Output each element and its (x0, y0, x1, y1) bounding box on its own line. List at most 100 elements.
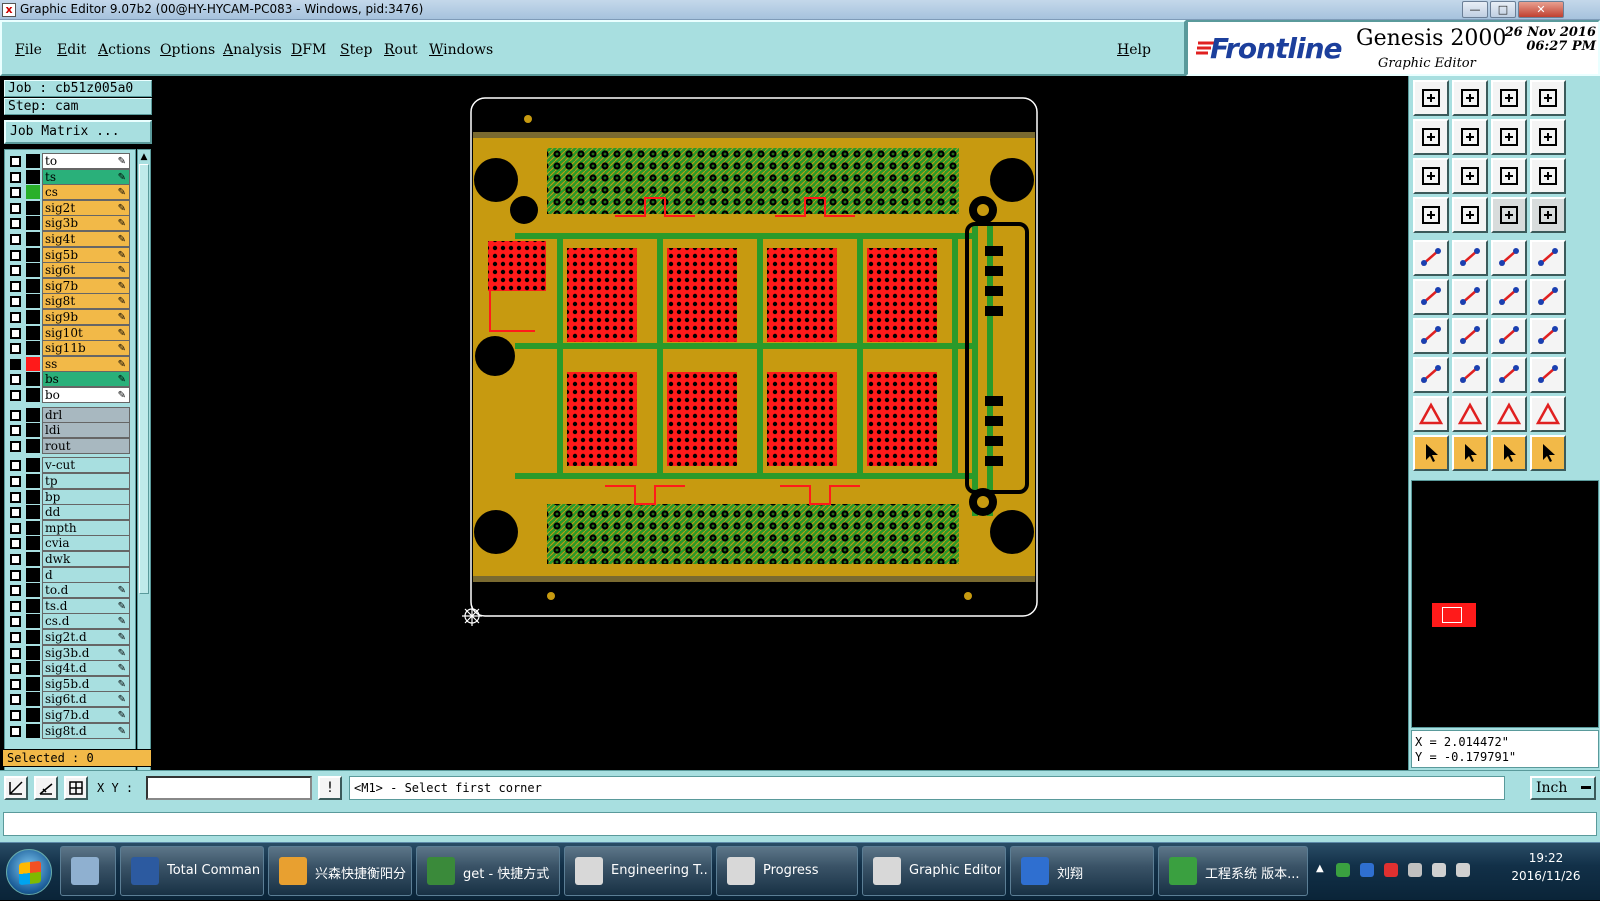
layer-color-swatch[interactable] (26, 520, 40, 535)
layer-color-swatch[interactable] (26, 505, 40, 520)
layer-name[interactable]: sig3b.d ✎ (42, 644, 130, 661)
layer-name[interactable]: dd (42, 504, 130, 521)
layer-color-swatch[interactable] (26, 489, 40, 504)
fill-pattern-button[interactable] (1530, 318, 1566, 354)
s-shape-button[interactable] (1530, 119, 1566, 155)
layer-checkbox[interactable] (10, 249, 21, 261)
camera-button[interactable] (1413, 240, 1449, 276)
layer-color-swatch[interactable] (26, 169, 40, 184)
layer-checkbox[interactable] (10, 234, 21, 245)
layer-name[interactable]: cs ✎ (42, 184, 130, 201)
taskbar-item-6[interactable]: 刘翔 (1010, 846, 1154, 896)
layer-row-d[interactable]: d (7, 566, 131, 583)
layer-color-swatch[interactable] (26, 458, 40, 473)
layer-row-sig4t-d[interactable]: sig4t.d ✎ (7, 660, 131, 677)
layer-checkbox[interactable] (10, 440, 21, 452)
layer-name[interactable]: bs ✎ (42, 371, 130, 388)
layer-color-swatch[interactable] (26, 185, 40, 200)
layer-row-sig8t[interactable]: sig8t ✎ (7, 293, 131, 310)
command-input[interactable] (3, 812, 1597, 836)
layer-name[interactable]: sig4t.d ✎ (42, 660, 130, 677)
layer-name[interactable]: cvia (42, 535, 130, 552)
layer-name[interactable]: to ✎ (42, 153, 130, 169)
layer-row-ldi[interactable]: ldi (7, 422, 131, 439)
layer-row-cs-d[interactable]: cs.d ✎ (7, 613, 131, 630)
minimize-button[interactable]: — (1462, 1, 1488, 18)
layer-color-swatch[interactable] (26, 423, 40, 438)
layer-checkbox[interactable] (10, 538, 21, 550)
layer-checkbox[interactable] (10, 569, 21, 581)
info-button[interactable]: ! (318, 776, 342, 800)
layer-checkbox[interactable] (10, 647, 21, 659)
layer-row-sig3b-d[interactable]: sig3b.d ✎ (7, 644, 131, 661)
layer-scrollbar[interactable]: ▲ ▼ (137, 149, 151, 819)
layer-name[interactable]: sig7b ✎ (42, 277, 130, 294)
layer-checkbox[interactable] (10, 358, 21, 370)
layer-checkbox[interactable] (10, 187, 21, 199)
layer-row-tp[interactable]: tp (7, 473, 131, 489)
menu-options[interactable]: Options (160, 42, 215, 58)
layer-color-swatch[interactable] (26, 247, 40, 262)
layer-checkbox[interactable] (10, 202, 21, 214)
layer-row-cvia[interactable]: cvia (7, 535, 131, 552)
layer-name[interactable]: mpth (42, 519, 130, 536)
layer-color-swatch[interactable] (26, 372, 40, 387)
layer-row-cs[interactable]: cs ✎ (7, 184, 131, 201)
grid-toggle-button[interactable] (1452, 197, 1488, 233)
layer-color-swatch[interactable] (26, 407, 40, 422)
layer-checkbox[interactable] (10, 694, 21, 706)
pointer-edit-button[interactable] (1491, 435, 1527, 471)
layer-name[interactable]: sig7b.d ✎ (42, 707, 130, 723)
layer-name[interactable]: sig2t.d ✎ (42, 629, 130, 645)
scale-1-2-button[interactable] (1491, 158, 1527, 194)
layer-row-sig2t-d[interactable]: sig2t.d ✎ (7, 629, 131, 645)
job-matrix-button[interactable]: Job Matrix ... (4, 120, 152, 144)
layer-checkbox[interactable] (10, 156, 21, 167)
tray-flag-icon[interactable] (1408, 863, 1422, 877)
app-icon[interactable]: x (2, 3, 16, 17)
layer-checkbox[interactable] (10, 409, 21, 421)
layer-checkbox[interactable] (10, 265, 21, 277)
tray-app-icon[interactable] (1336, 863, 1350, 877)
taskbar-item-3[interactable]: Engineering T... (564, 846, 712, 896)
line-red-button[interactable] (1452, 357, 1488, 393)
line-draw-button[interactable] (1452, 240, 1488, 276)
layer-name[interactable]: sig6t.d ✎ (42, 691, 130, 708)
layer-color-swatch[interactable] (26, 263, 40, 278)
layer-color-swatch[interactable] (26, 552, 40, 566)
menu-rout[interactable]: Rout (384, 42, 418, 58)
layer-checkbox[interactable] (10, 710, 21, 721)
layer-name[interactable]: sig2t ✎ (42, 199, 130, 216)
grid-mode-button[interactable] (64, 776, 88, 800)
pan-left-button[interactable] (1413, 119, 1449, 155)
ruler-button[interactable] (1491, 240, 1527, 276)
layer-row-sig2t[interactable]: sig2t ✎ (7, 199, 131, 216)
layer-name[interactable]: bo ✎ (42, 387, 130, 403)
layer-row-dwk[interactable]: dwk (7, 551, 131, 567)
layer-checkbox[interactable] (10, 554, 21, 565)
layer-name[interactable]: ts ✎ (42, 168, 130, 185)
tray-volume-icon[interactable] (1456, 863, 1470, 877)
layer-color-swatch[interactable] (26, 583, 40, 598)
diagonal-line-button[interactable] (1452, 318, 1488, 354)
layer-name[interactable]: sig5b.d ✎ (42, 675, 130, 692)
layer-color-swatch[interactable] (26, 598, 40, 613)
layer-checkbox[interactable] (10, 171, 21, 183)
taskbar-item-1[interactable]: 兴森快捷衡阳分... (268, 846, 412, 896)
triangle-c-button[interactable] (1530, 396, 1566, 432)
menu-step[interactable]: Step (340, 42, 372, 58)
split-view-button[interactable] (1530, 80, 1566, 116)
triangle-warn-button[interactable] (1413, 396, 1449, 432)
taskbar-item-4[interactable]: Progress (716, 846, 858, 896)
scroll-thumb[interactable] (139, 164, 149, 594)
layer-checkbox[interactable] (10, 280, 21, 292)
layer-checkbox[interactable] (10, 616, 21, 628)
menu-analysis[interactable]: Analysis (223, 42, 282, 58)
layer-checkbox[interactable] (10, 522, 21, 534)
fit-selection-button[interactable] (1452, 158, 1488, 194)
layer-checkbox[interactable] (10, 218, 21, 230)
triangle-b-button[interactable] (1491, 396, 1527, 432)
layer-row-rout[interactable]: rout (7, 437, 131, 454)
zoom-down-button[interactable] (1452, 80, 1488, 116)
point-move-button[interactable] (1530, 279, 1566, 315)
